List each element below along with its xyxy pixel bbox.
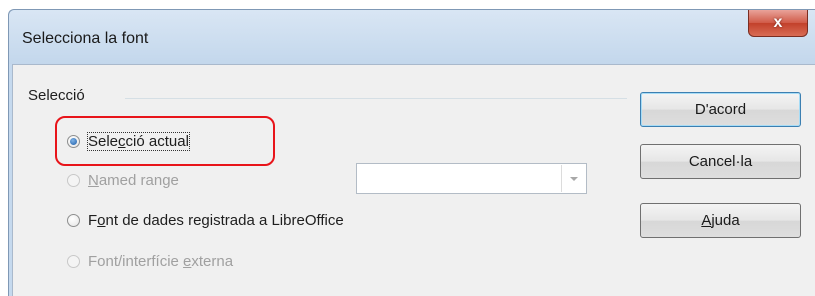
title-bar[interactable]: Selecciona la font x: [9, 10, 815, 64]
combo-dropdown-button[interactable]: [561, 165, 585, 192]
chevron-down-icon: [569, 176, 578, 181]
radio-button[interactable]: [67, 173, 80, 187]
radio-button[interactable]: [67, 254, 80, 268]
radio-label-current-selection: Selecció actual: [87, 131, 190, 151]
dialog-body: Selecció Selecció actual Named range Fon…: [12, 64, 815, 296]
dialog-window: Selecciona la font x Selecció Selecció a…: [8, 9, 815, 296]
radio-label-external-source: Font/interfície externa: [88, 252, 234, 270]
radio-named-range[interactable]: Named range: [67, 169, 179, 191]
ok-button[interactable]: D'acord: [640, 92, 801, 127]
help-button[interactable]: Ajuda: [640, 203, 801, 238]
named-range-combobox[interactable]: [356, 163, 587, 194]
selection-group-label: Selecció: [28, 87, 85, 104]
close-button[interactable]: x: [748, 10, 808, 37]
radio-button[interactable]: [67, 213, 80, 227]
radio-label-registered-datasource: Font de dades registrada a LibreOffice: [88, 211, 344, 229]
radio-button-checked[interactable]: [67, 134, 80, 148]
radio-registered-datasource[interactable]: Font de dades registrada a LibreOffice: [67, 209, 344, 231]
radio-label-named-range: Named range: [88, 171, 179, 189]
dialog-title: Selecciona la font: [22, 30, 149, 47]
radio-external-source[interactable]: Font/interfície externa: [67, 250, 233, 272]
radio-current-selection[interactable]: Selecció actual: [67, 130, 190, 152]
cancel-button[interactable]: Cancel·la: [640, 144, 801, 179]
group-divider: [125, 98, 627, 99]
close-icon: x: [773, 14, 783, 31]
